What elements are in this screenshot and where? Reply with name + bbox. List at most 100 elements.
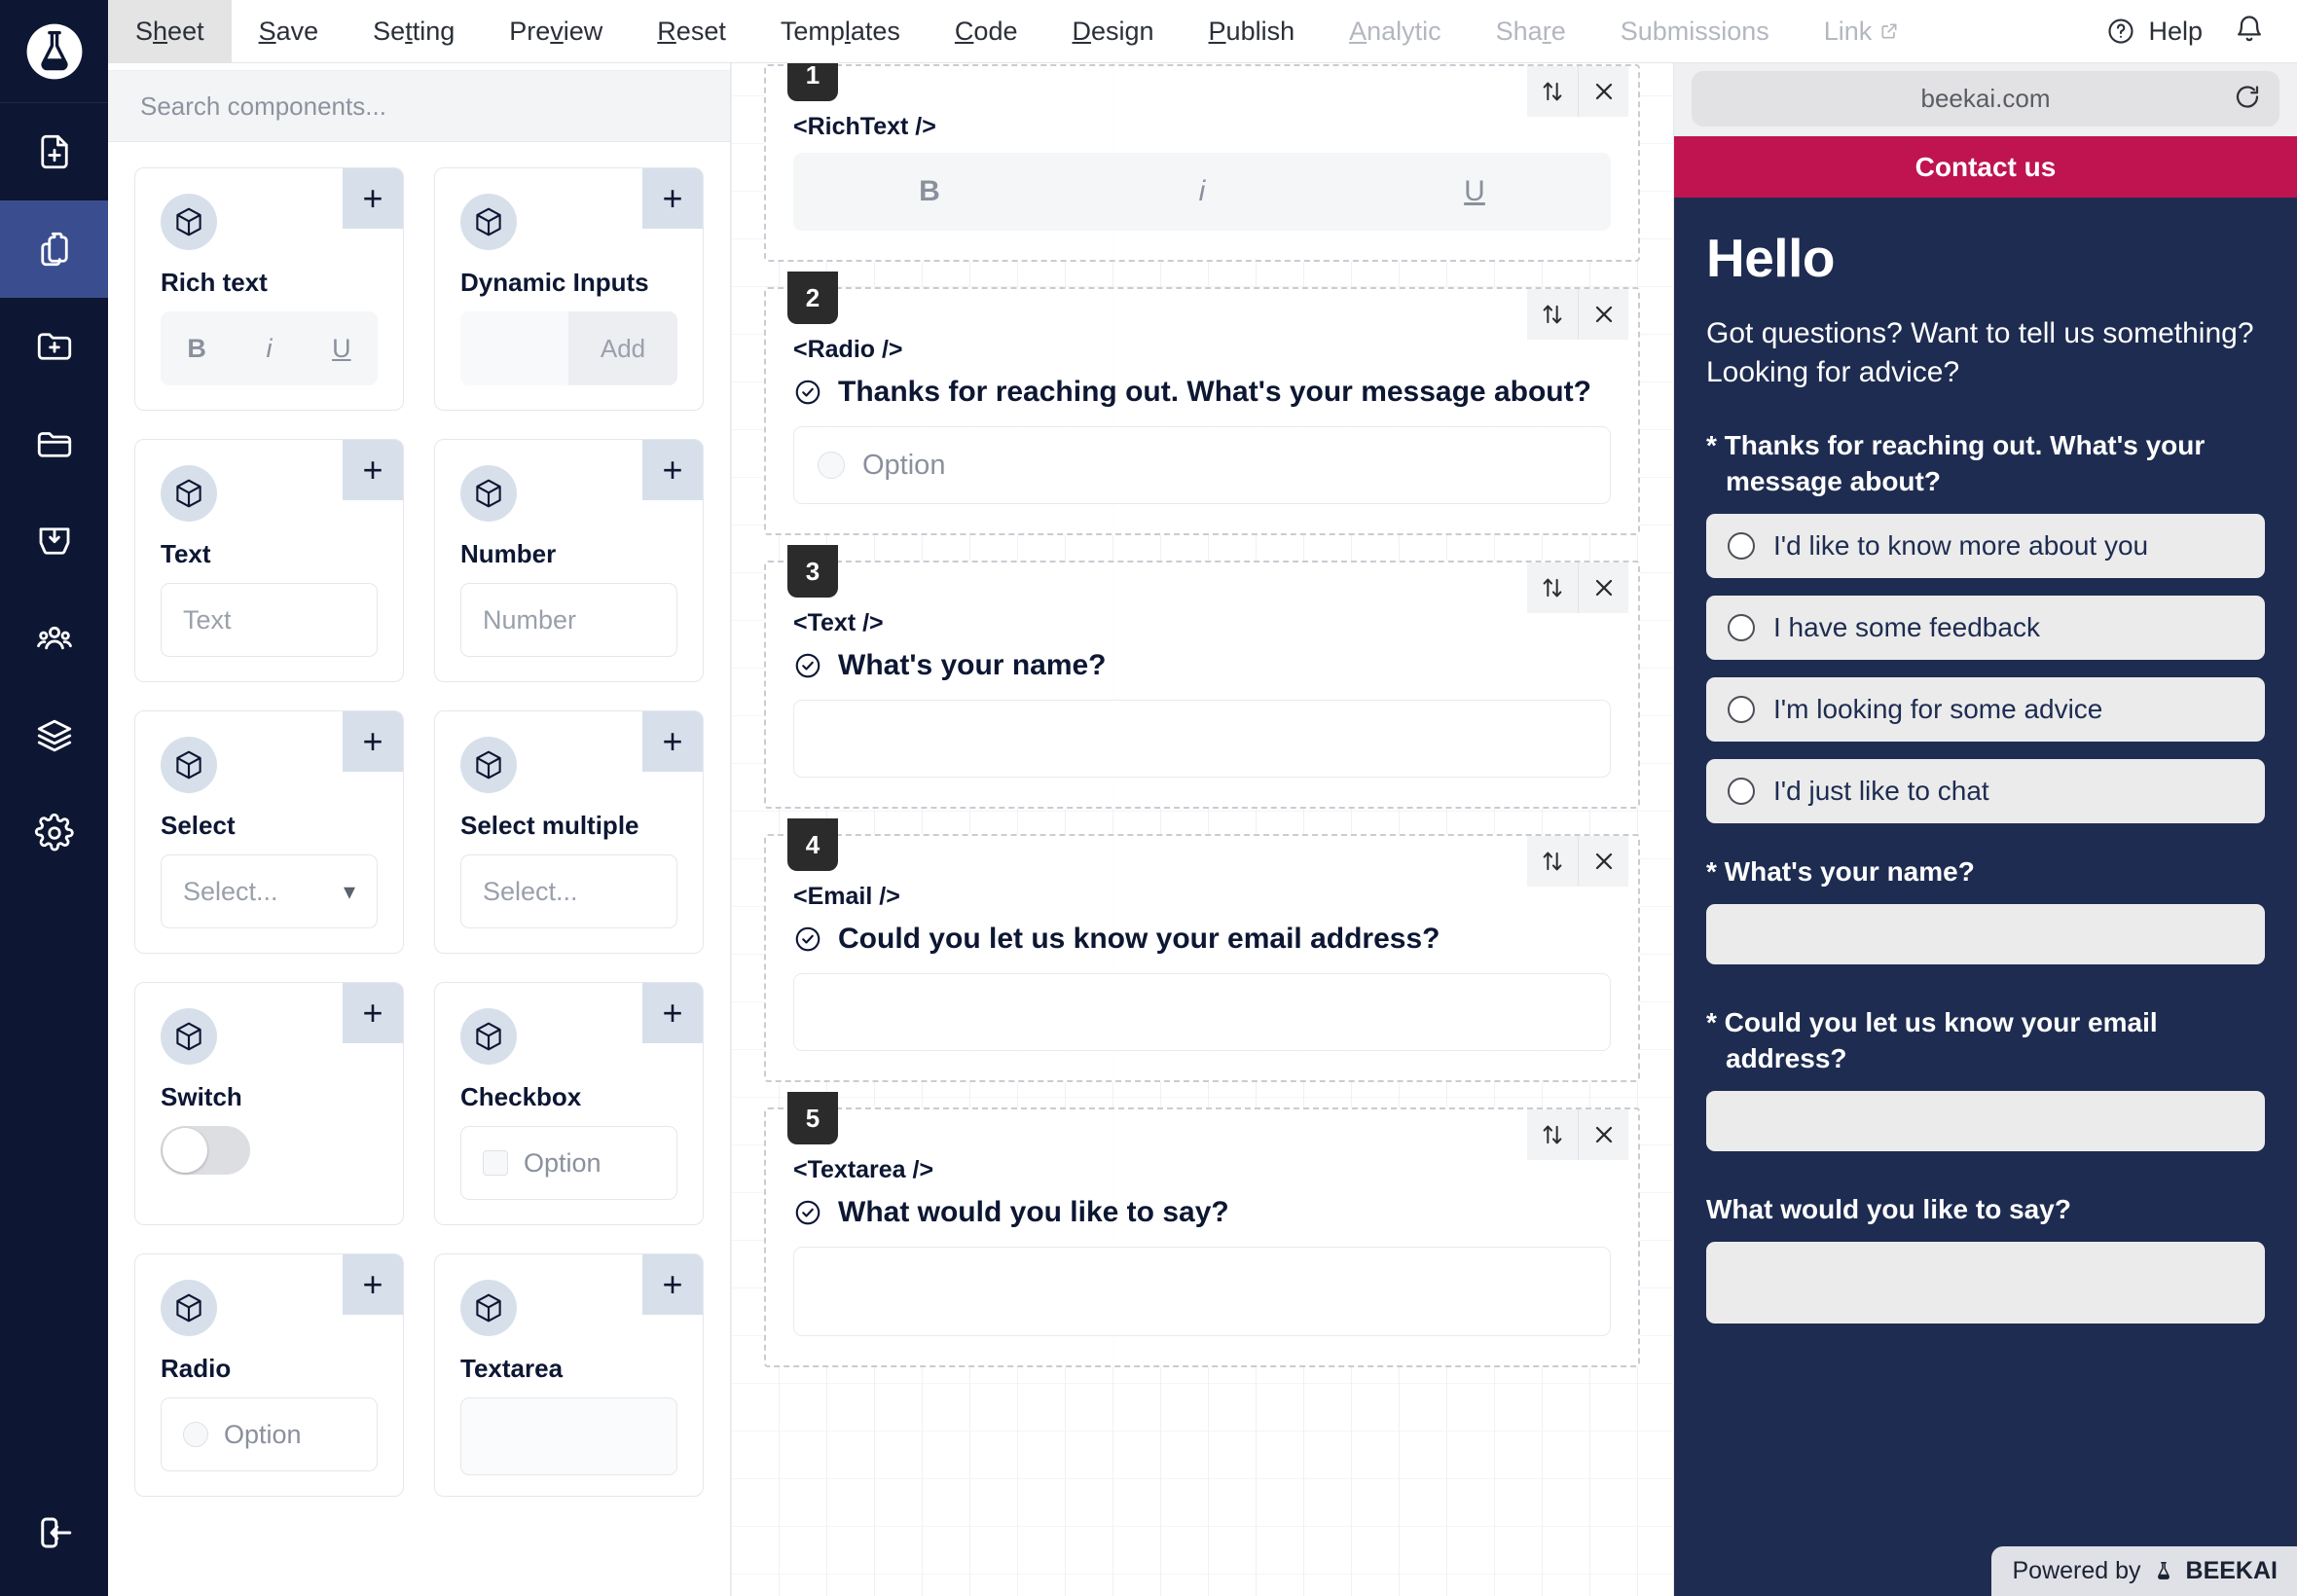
move-block-button[interactable] — [1527, 836, 1578, 887]
component-label: Textarea — [460, 1354, 564, 1383]
add-component-to-form-button[interactable]: + — [642, 1254, 703, 1315]
menu-item-reset[interactable]: Reset — [630, 0, 753, 63]
notifications-button[interactable] — [2234, 14, 2265, 50]
help-button[interactable]: Help — [2106, 17, 2203, 47]
form-block[interactable]: 4 <Email /> Could you let us know your ema… — [764, 818, 1640, 1082]
component-card[interactable]: + Radio Option — [134, 1253, 404, 1497]
menu-item-setting[interactable]: Setting — [346, 0, 482, 63]
component-card[interactable]: + Dynamic Inputs Add — [434, 167, 704, 411]
move-up-down-icon — [1543, 578, 1562, 598]
menu-item-save[interactable]: Save — [232, 0, 346, 63]
block-input-field[interactable] — [793, 700, 1611, 778]
delete-block-button[interactable] — [1578, 289, 1628, 340]
italic-button[interactable]: i — [1066, 175, 1338, 208]
powered-by-badge[interactable]: Powered by BEEKAI — [1990, 1546, 2297, 1596]
component-demo: Select... — [460, 854, 677, 928]
menu-item-templates[interactable]: Templates — [753, 0, 928, 63]
refresh-button[interactable] — [2233, 82, 2262, 116]
add-component-to-form-button[interactable]: + — [642, 983, 703, 1043]
sidebar-item-new-file[interactable] — [0, 103, 108, 200]
form-block[interactable]: 2 <Radio /> Thanks for reaching out. What'… — [764, 272, 1640, 535]
preview-radio-option[interactable]: I'd just like to chat — [1706, 759, 2265, 824]
menu-item-preview[interactable]: Preview — [482, 0, 630, 63]
underline-button[interactable]: U — [1338, 175, 1611, 208]
move-block-button[interactable] — [1527, 1109, 1578, 1160]
menu-item-sheet[interactable]: Sheet — [108, 0, 232, 63]
sidebar-item-folder[interactable] — [0, 395, 108, 492]
delete-block-button[interactable] — [1578, 66, 1628, 117]
component-icon-wrap — [460, 737, 517, 793]
component-card[interactable]: + Switch — [134, 982, 404, 1225]
richtext-toolbar[interactable]: BiU — [793, 153, 1611, 231]
preview-banner: Contact us — [1674, 136, 2297, 198]
sidebar-item-new-folder[interactable] — [0, 298, 108, 395]
add-component-to-form-button[interactable]: + — [343, 168, 403, 229]
preview-url-bar: beekai.com — [1674, 71, 2297, 136]
menu-item-label: Share — [1495, 16, 1566, 46]
block-radio-option[interactable]: Option — [793, 426, 1611, 504]
check-circle-icon — [795, 653, 820, 678]
move-block-button[interactable] — [1527, 562, 1578, 613]
cube-icon — [476, 479, 501, 508]
form-block[interactable]: 5 <Textarea /> What would you like to say? — [764, 1092, 1640, 1367]
add-component-to-form-button[interactable]: + — [642, 440, 703, 500]
radio-circle-icon — [818, 452, 845, 479]
sidebar-item-logout[interactable] — [0, 1512, 108, 1553]
component-card[interactable]: + Textarea — [434, 1253, 704, 1497]
add-component-to-form-button[interactable]: + — [343, 711, 403, 772]
delete-block-button[interactable] — [1578, 1109, 1628, 1160]
add-component-to-form-button[interactable]: + — [642, 711, 703, 772]
block-input-field[interactable] — [793, 973, 1611, 1051]
menu-item-publish[interactable]: Publish — [1182, 0, 1323, 63]
move-block-button[interactable] — [1527, 289, 1578, 340]
sidebar-item-forms[interactable] — [0, 200, 108, 298]
component-card[interactable]: + Rich text Bi U — [134, 167, 404, 411]
preview-radio-option[interactable]: I have some feedback — [1706, 596, 2265, 661]
component-icon-wrap — [161, 1280, 217, 1336]
component-card[interactable]: + Select Select... ▾ — [134, 710, 404, 954]
form-block[interactable]: 3 <Text /> What's your name? — [764, 545, 1640, 809]
url-field[interactable]: beekai.com — [1692, 71, 2279, 127]
block-tag: <Radio /> — [793, 336, 903, 363]
preview-message-textarea[interactable] — [1706, 1241, 2265, 1324]
component-label: Checkbox — [460, 1082, 582, 1111]
sidebar-item-settings[interactable] — [0, 784, 108, 882]
layers-icon — [37, 719, 71, 752]
preview-radio-option[interactable]: I'd like to know more about you — [1706, 514, 2265, 579]
preview-email-input[interactable] — [1706, 1090, 2265, 1151]
component-card[interactable]: + Text Text — [134, 439, 404, 682]
menu-item-design[interactable]: Design — [1044, 0, 1181, 63]
cube-icon — [476, 750, 501, 780]
sidebar-item-layers[interactable] — [0, 687, 108, 784]
component-card[interactable]: + Checkbox Option — [434, 982, 704, 1225]
component-demo: Text — [161, 583, 378, 657]
external-link-icon — [1881, 23, 1897, 39]
radio-preview: Option — [161, 1397, 378, 1471]
add-component-to-form-button[interactable]: + — [343, 1254, 403, 1315]
preview-radio-option[interactable]: I'm looking for some advice — [1706, 677, 2265, 743]
input-preview: Text — [161, 583, 378, 657]
form-canvas[interactable]: 1 <RichText /> Bi U 2 <Radio /> Thanks for rea… — [731, 0, 1674, 1596]
delete-block-button[interactable] — [1578, 562, 1628, 613]
sidebar-item-team[interactable] — [0, 590, 108, 687]
preview-name-input[interactable] — [1706, 904, 2265, 965]
form-block[interactable]: 1 <RichText /> Bi U — [764, 49, 1640, 262]
block-number: 2 — [787, 272, 838, 324]
move-block-button[interactable] — [1527, 66, 1578, 117]
menu-item-label: Link — [1823, 16, 1873, 46]
add-component-to-form-button[interactable]: + — [343, 983, 403, 1043]
search-components-input[interactable] — [108, 71, 730, 141]
component-card[interactable]: + Number Number — [434, 439, 704, 682]
menu-item-label: Publish — [1208, 16, 1295, 46]
check-circle-icon — [795, 1200, 820, 1225]
delete-block-button[interactable] — [1578, 836, 1628, 887]
sidebar-item-inbox[interactable] — [0, 492, 108, 590]
add-component-to-form-button[interactable]: + — [343, 440, 403, 500]
block-tools — [1527, 289, 1628, 340]
block-textarea-field[interactable] — [793, 1247, 1611, 1336]
add-component-to-form-button[interactable]: + — [642, 168, 703, 229]
component-card[interactable]: + Select multiple Select... — [434, 710, 704, 954]
app-logo[interactable] — [0, 0, 108, 103]
menu-item-code[interactable]: Code — [928, 0, 1045, 63]
bold-button[interactable]: B — [793, 175, 1066, 208]
